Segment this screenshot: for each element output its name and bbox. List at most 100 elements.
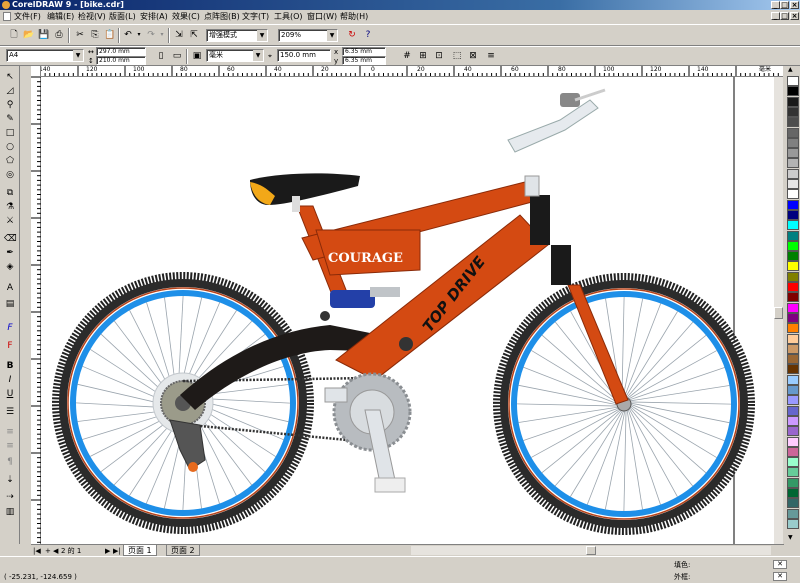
columns-icon[interactable]: ▥ xyxy=(4,506,16,518)
palette-swatch[interactable] xyxy=(787,199,799,210)
align-right-icon[interactable]: ≡ xyxy=(4,440,16,452)
doc-minimize-button[interactable]: _ xyxy=(771,12,780,20)
menu-tools[interactable]: 工具(O) xyxy=(274,12,303,22)
menu-window[interactable]: 窗口(W) xyxy=(307,12,337,22)
vertical-ruler[interactable] xyxy=(31,77,41,544)
palette-swatch[interactable] xyxy=(787,488,799,498)
h-scrollbar-thumb[interactable] xyxy=(586,546,596,555)
palette-swatch[interactable] xyxy=(787,76,799,86)
spiral-tool-icon[interactable]: ◎ xyxy=(4,169,16,181)
palette-swatch[interactable] xyxy=(787,282,799,292)
menu-arrange[interactable]: 安排(A) xyxy=(140,12,168,22)
palette-swatch[interactable] xyxy=(787,302,799,313)
draw-options-icon[interactable]: ⊠ xyxy=(466,49,480,63)
corel-online-icon[interactable]: ↻ xyxy=(345,28,359,42)
palette-swatch[interactable] xyxy=(787,467,799,478)
menu-text[interactable]: 文字(T) xyxy=(242,12,269,22)
first-page-icon[interactable]: |◀ xyxy=(33,547,41,555)
palette-swatch[interactable] xyxy=(787,415,799,426)
eraser-tool-icon[interactable]: ⌫ xyxy=(4,233,17,245)
fill-swatch-none[interactable]: ✕ xyxy=(773,560,787,569)
duplicate-x-field[interactable]: 6.35 mm xyxy=(342,47,386,56)
align-left-icon[interactable]: ☰ xyxy=(4,406,16,418)
horizontal-scrollbar[interactable] xyxy=(411,546,771,555)
save-icon[interactable]: 💾 xyxy=(37,28,51,42)
doc-restore-button[interactable]: □ xyxy=(780,12,789,20)
doc-close-button[interactable]: × xyxy=(790,12,799,20)
menu-view[interactable]: 检视(V) xyxy=(78,12,106,22)
tab-page-1[interactable]: 页面 1 xyxy=(123,545,157,556)
new-file-icon[interactable]: 🗋 xyxy=(7,28,21,42)
palette-swatch[interactable] xyxy=(787,189,799,200)
redo-dropdown-icon[interactable]: ▾ xyxy=(155,28,169,42)
align-center-icon[interactable]: ≡ xyxy=(4,426,16,438)
open-file-icon[interactable]: 📂 xyxy=(22,28,36,42)
palette-swatch[interactable] xyxy=(787,364,799,375)
palette-swatch[interactable] xyxy=(787,179,799,189)
minimize-button[interactable]: _ xyxy=(771,1,780,9)
palette-swatch[interactable] xyxy=(787,251,799,262)
print-icon[interactable]: ⎙ xyxy=(52,28,66,42)
duplicate-y-field[interactable]: 6.35 mm xyxy=(342,56,386,65)
chevron-down-icon[interactable]: ▼ xyxy=(73,50,83,61)
menu-edit[interactable]: 编辑(E) xyxy=(47,12,74,22)
front-wheel[interactable] xyxy=(493,273,755,535)
rectangle-tool-icon[interactable]: □ xyxy=(4,127,16,139)
palette-scroll-down-icon[interactable]: ▼ xyxy=(788,534,793,541)
ruler-corner[interactable] xyxy=(31,66,41,77)
palette-swatch[interactable] xyxy=(787,457,799,468)
treat-as-filled-icon[interactable]: ⬚ xyxy=(450,49,464,63)
palette-swatch[interactable] xyxy=(787,323,799,334)
menu-layout[interactable]: 版面(L) xyxy=(109,12,136,22)
palette-swatch[interactable] xyxy=(787,230,799,241)
paper-type-select[interactable]: A4 ▼ xyxy=(6,49,84,62)
add-page-icon[interactable]: + xyxy=(45,547,51,555)
coreldraw-app-icon[interactable] xyxy=(2,1,10,9)
underline-icon[interactable]: U xyxy=(4,388,16,400)
last-page-icon[interactable]: ▶| xyxy=(113,547,121,555)
nudge-field[interactable]: 150.0 mm xyxy=(277,49,331,62)
palette-swatch[interactable] xyxy=(787,240,799,251)
italic-icon[interactable]: I xyxy=(4,374,16,386)
palette-swatch[interactable] xyxy=(787,86,799,97)
horizontal-text-icon[interactable]: ⇢ xyxy=(4,491,16,503)
palette-swatch[interactable] xyxy=(787,446,799,457)
palette-swatch[interactable] xyxy=(787,312,799,323)
horizontal-ruler[interactable]: 140 120 100 80 60 40 20 0 20 40 60 80 10… xyxy=(31,66,783,77)
chevron-down-icon[interactable]: ▼ xyxy=(253,50,263,61)
palette-swatch[interactable] xyxy=(787,477,799,488)
menu-bitmaps[interactable]: 点阵图(B) xyxy=(204,12,240,22)
zoom-tool-icon[interactable]: ⚲ xyxy=(4,99,16,111)
bold-icon[interactable]: B xyxy=(4,360,16,372)
palette-swatch[interactable] xyxy=(787,220,799,231)
pick-tool-icon[interactable]: ↖ xyxy=(4,71,16,83)
tab-page-2[interactable]: 页面 2 xyxy=(166,545,200,556)
palette-swatch[interactable] xyxy=(787,426,799,437)
prev-page-icon[interactable]: ◀ xyxy=(53,547,58,555)
vertical-scrollbar[interactable] xyxy=(774,77,783,544)
text-frame-icon[interactable]: ▤ xyxy=(4,298,16,310)
paper-height-field[interactable]: 210.0 mm xyxy=(96,56,146,65)
close-button[interactable]: × xyxy=(790,1,799,9)
palette-swatch[interactable] xyxy=(787,498,799,509)
palette-swatch[interactable] xyxy=(787,158,799,169)
paste-icon[interactable]: 📋 xyxy=(103,28,117,42)
palette-swatch[interactable] xyxy=(787,405,799,416)
text-tool-icon[interactable]: A xyxy=(4,282,16,294)
view-mode-select[interactable]: 增强模式 ▼ xyxy=(206,29,268,42)
palette-swatch[interactable] xyxy=(787,518,799,529)
font-icon[interactable]: F xyxy=(4,322,16,334)
outline-swatch-none[interactable]: ✕ xyxy=(773,572,787,581)
palette-swatch[interactable] xyxy=(787,343,799,354)
rear-wheel[interactable] xyxy=(52,272,314,534)
snap-to-guidelines-icon[interactable]: ⊞ xyxy=(416,49,430,63)
vertical-text-icon[interactable]: ⇣ xyxy=(4,474,16,486)
palette-swatch[interactable] xyxy=(787,333,799,344)
export-icon[interactable]: ⇱ xyxy=(187,28,201,42)
chevron-down-icon[interactable]: ▼ xyxy=(257,30,267,41)
shape-tool-icon[interactable]: ◿ xyxy=(4,85,16,97)
page-layout-icon[interactable]: ▣ xyxy=(190,49,204,63)
snap-to-objects-icon[interactable]: ⊡ xyxy=(432,49,446,63)
palette-swatch[interactable] xyxy=(787,292,799,303)
palette-swatch[interactable] xyxy=(787,137,799,148)
